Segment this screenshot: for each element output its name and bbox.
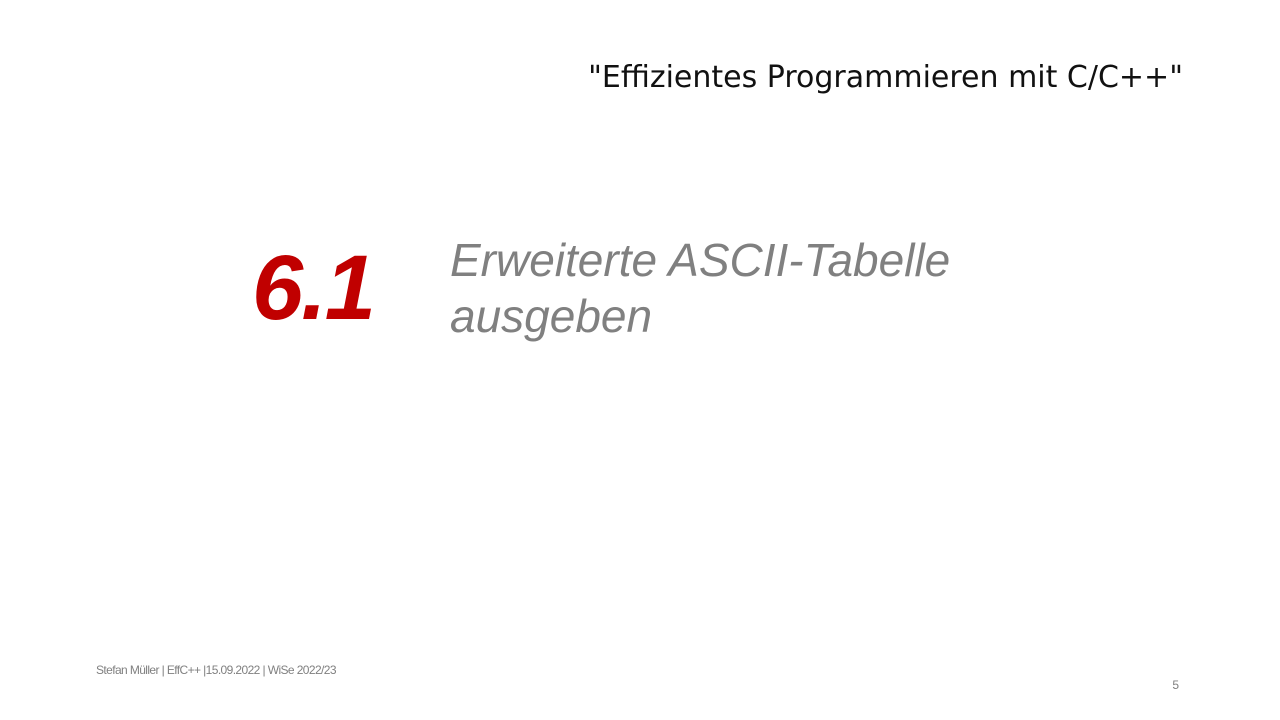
footer-text: Stefan Müller | EffC++ |15.09.2022 | WiS… bbox=[96, 663, 337, 677]
page-number: 5 bbox=[1172, 678, 1179, 692]
course-title: "Effizientes Programmieren mit C/C++" bbox=[588, 60, 1183, 95]
section-title-line-1: Erweiterte ASCII-Tabelle bbox=[450, 234, 951, 286]
section-number: 6.1 bbox=[252, 237, 376, 339]
section-title: Erweiterte ASCII-Tabelle ausgeben bbox=[450, 232, 950, 344]
slide: "Effizientes Programmieren mit C/C++" 6.… bbox=[0, 0, 1280, 720]
section-title-line-2: ausgeben bbox=[450, 290, 653, 342]
